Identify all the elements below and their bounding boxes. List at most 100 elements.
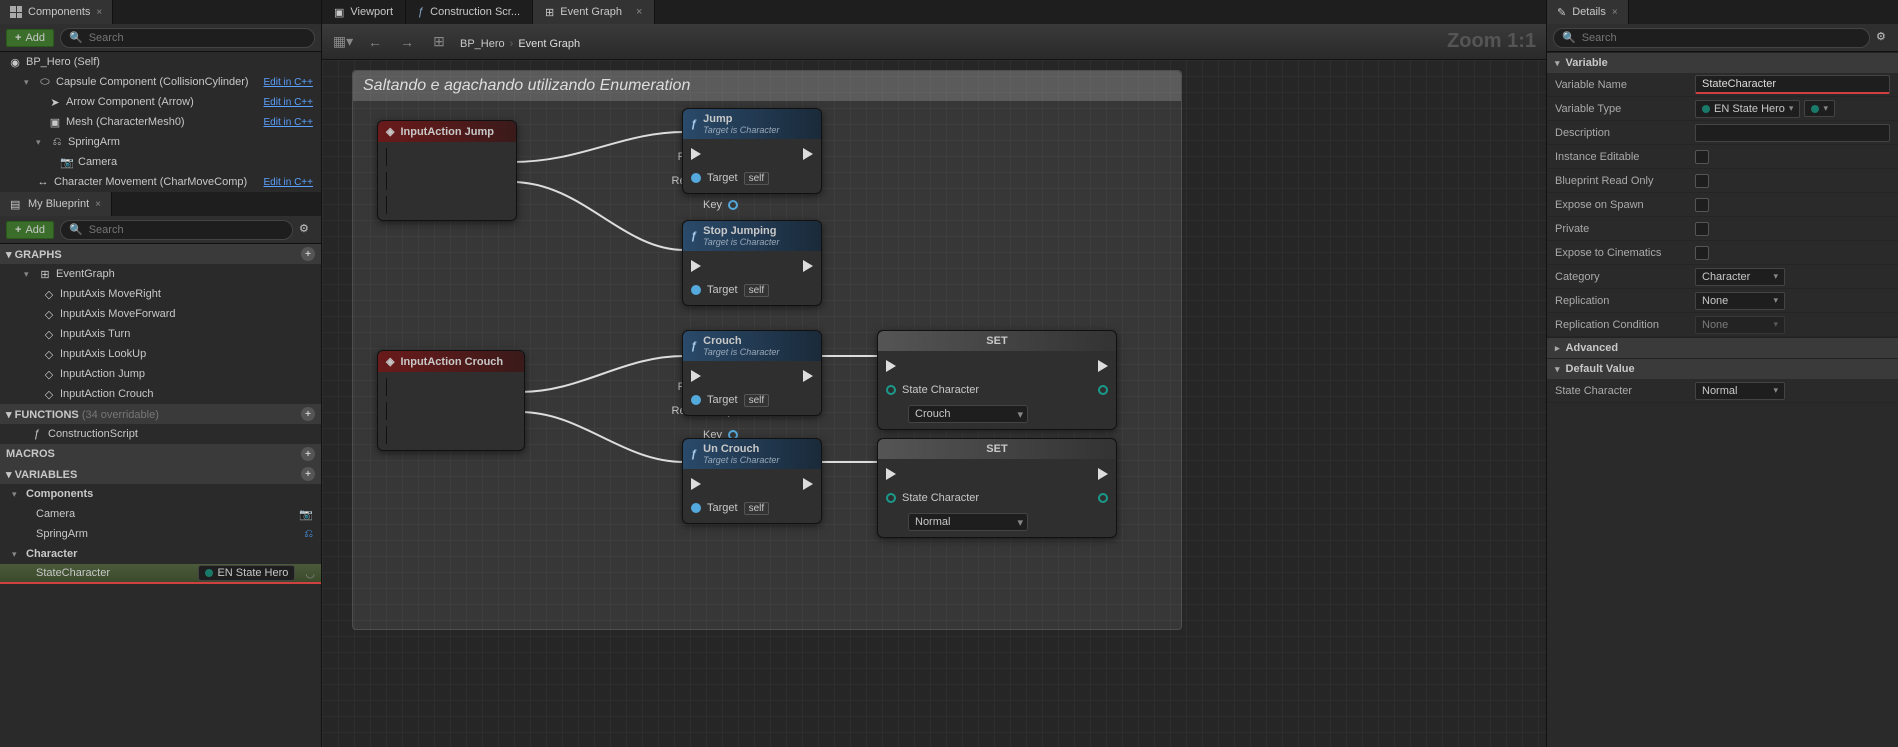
section-functions[interactable]: ▾ Functions (34 overridable) +: [0, 404, 321, 424]
var-camera[interactable]: Camera📷: [0, 504, 321, 524]
var-springarm[interactable]: SpringArm⎌: [0, 524, 321, 544]
tree-capsule[interactable]: ▾ ⬭ Capsule Component (CollisionCylinder…: [0, 72, 321, 92]
expand-icon[interactable]: ▾: [24, 77, 34, 88]
graph-item[interactable]: ◇InputAxis Turn: [0, 324, 321, 344]
exec-out-pin[interactable]: [803, 478, 813, 490]
graph-item[interactable]: ◇InputAction Jump: [0, 364, 321, 384]
container-type-combo[interactable]: [1804, 100, 1835, 117]
tree-charmove[interactable]: ↔ Character Movement (CharMoveComp) Edit…: [0, 172, 321, 192]
gear-icon[interactable]: ⚙: [1876, 30, 1892, 46]
category-combo[interactable]: Character: [1695, 268, 1785, 286]
replication-combo[interactable]: None: [1695, 292, 1785, 310]
exec-in-pin[interactable]: [886, 360, 896, 372]
add-function-button[interactable]: +: [301, 407, 315, 421]
graph-canvas[interactable]: Saltando e agachando utilizando Enumerat…: [322, 60, 1546, 747]
enum-out-pin[interactable]: [1098, 493, 1108, 503]
section-macros[interactable]: Macros +: [0, 444, 321, 464]
graph-item[interactable]: ◇InputAxis MoveRight: [0, 284, 321, 304]
category-default-value[interactable]: ▾Default Value: [1547, 358, 1898, 379]
graph-item[interactable]: ◇InputAxis LookUp: [0, 344, 321, 364]
pin-target[interactable]: Targetself: [691, 391, 813, 409]
node-uncrouch[interactable]: ƒUn CrouchTarget is Character Targetself: [682, 438, 822, 524]
node-jump[interactable]: ƒJumpTarget is Character Targetself: [682, 108, 822, 194]
var-cat-character[interactable]: ▾Character: [0, 544, 321, 564]
add-macro-button[interactable]: +: [301, 447, 315, 461]
expand-icon[interactable]: ▾: [36, 137, 46, 148]
variable-type-combo[interactable]: EN State Hero: [1695, 100, 1800, 118]
var-statecharacter[interactable]: StateCharacter EN State Hero ◡: [0, 564, 321, 584]
edit-cpp-link[interactable]: Edit in C++: [264, 97, 313, 108]
add-new-button[interactable]: + Add: [6, 221, 54, 239]
exec-in-pin[interactable]: [691, 370, 701, 382]
nav-forward-button[interactable]: →: [396, 31, 418, 53]
node-set-normal[interactable]: SET State Character Normal: [877, 438, 1117, 538]
exec-out-pin[interactable]: [1098, 468, 1108, 480]
tree-mesh[interactable]: ▣ Mesh (CharacterMesh0) Edit in C++: [0, 112, 321, 132]
tab-components[interactable]: Components ×: [0, 0, 113, 24]
components-search[interactable]: 🔍: [60, 28, 315, 48]
enum-value-dropdown[interactable]: Normal: [908, 513, 1028, 531]
function-construction[interactable]: ƒConstructionScript: [0, 424, 321, 444]
exec-in-pin[interactable]: [886, 468, 896, 480]
readonly-checkbox[interactable]: [1695, 174, 1709, 188]
close-icon[interactable]: ×: [95, 199, 101, 210]
graph-item[interactable]: ◇InputAxis MoveForward: [0, 304, 321, 324]
close-icon[interactable]: ×: [636, 6, 642, 18]
edit-cpp-link[interactable]: Edit in C++: [264, 77, 313, 88]
cinematics-checkbox[interactable]: [1695, 246, 1709, 260]
node-crouch[interactable]: ƒCrouchTarget is Character Targetself: [682, 330, 822, 416]
section-variables[interactable]: ▾ Variables +: [0, 464, 321, 484]
graph-item[interactable]: ◇InputAction Crouch: [0, 384, 321, 404]
nav-back-button[interactable]: ←: [364, 31, 386, 53]
pin-target[interactable]: Targetself: [691, 281, 813, 299]
tree-arrow[interactable]: ➤ Arrow Component (Arrow) Edit in C++: [0, 92, 321, 112]
visibility-icon[interactable]: ◡: [305, 567, 315, 580]
expand-icon[interactable]: ▾: [24, 269, 34, 280]
pin-target[interactable]: Targetself: [691, 169, 813, 187]
add-component-button[interactable]: + Add: [6, 29, 54, 47]
category-variable[interactable]: ▾Variable: [1547, 52, 1898, 73]
close-icon[interactable]: ×: [1612, 7, 1618, 18]
tree-root[interactable]: ◉ BP_Hero (Self): [0, 52, 321, 72]
breadcrumb[interactable]: BP_Hero › Event Graph: [460, 31, 580, 52]
tree-camera[interactable]: 📷 Camera: [0, 152, 321, 172]
node-inputaction-crouch[interactable]: ◈InputAction Crouch Pressed Released Key: [377, 350, 525, 451]
enum-in-pin[interactable]: [886, 493, 896, 503]
exec-out-pin[interactable]: [1098, 360, 1108, 372]
enum-value-dropdown[interactable]: Crouch: [908, 405, 1028, 423]
graph-eventgraph[interactable]: ▾ ⊞ EventGraph: [0, 264, 321, 284]
tab-eventgraph[interactable]: ⊞Event Graph×: [533, 0, 655, 24]
myblueprint-search[interactable]: 🔍: [60, 220, 293, 240]
tree-spring[interactable]: ▾ ⎌ SpringArm: [0, 132, 321, 152]
myblueprint-search-input[interactable]: [89, 224, 284, 236]
add-variable-button[interactable]: +: [301, 467, 315, 481]
add-graph-button[interactable]: +: [301, 247, 315, 261]
node-stopjumping[interactable]: ƒStop JumpingTarget is Character Targets…: [682, 220, 822, 306]
edit-cpp-link[interactable]: Edit in C++: [264, 117, 313, 128]
instance-editable-checkbox[interactable]: [1695, 150, 1709, 164]
details-search[interactable]: 🔍: [1553, 28, 1870, 48]
edit-cpp-link[interactable]: Edit in C++: [264, 177, 313, 188]
graph-menu-icon[interactable]: ▦▾: [332, 31, 354, 53]
exec-out-pin[interactable]: [803, 260, 813, 272]
pin-target[interactable]: Targetself: [691, 499, 813, 517]
tab-construction[interactable]: ƒConstruction Scr...: [406, 0, 533, 24]
tab-details[interactable]: ✎ Details ×: [1547, 0, 1629, 24]
gear-icon[interactable]: ⚙: [299, 222, 315, 238]
details-search-input[interactable]: [1582, 32, 1861, 44]
pin-key[interactable]: Key: [386, 196, 738, 214]
node-inputaction-jump[interactable]: ◈InputAction Jump Pressed Released Key: [377, 120, 517, 221]
expose-spawn-checkbox[interactable]: [1695, 198, 1709, 212]
exec-out-pin[interactable]: [803, 370, 813, 382]
node-set-crouch[interactable]: SET State Character Crouch: [877, 330, 1117, 430]
enum-in-pin[interactable]: [886, 385, 896, 395]
exec-in-pin[interactable]: [691, 478, 701, 490]
category-advanced[interactable]: ▸Advanced: [1547, 337, 1898, 358]
components-search-input[interactable]: [89, 32, 306, 44]
exec-in-pin[interactable]: [691, 148, 701, 160]
variable-name-input[interactable]: [1695, 75, 1890, 94]
exec-in-pin[interactable]: [691, 260, 701, 272]
private-checkbox[interactable]: [1695, 222, 1709, 236]
tab-viewport[interactable]: ▣Viewport: [322, 0, 406, 24]
enum-out-pin[interactable]: [1098, 385, 1108, 395]
